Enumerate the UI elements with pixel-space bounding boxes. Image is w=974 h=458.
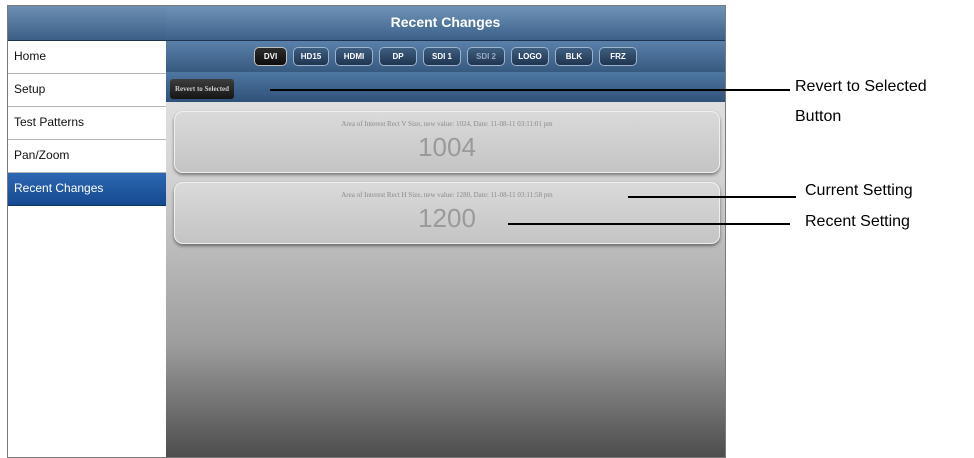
page-title: Recent Changes xyxy=(166,6,725,41)
source-button-sdi2[interactable]: SDI 2 xyxy=(467,47,505,66)
source-button-hd15[interactable]: HD15 xyxy=(293,47,329,66)
source-button-blk[interactable]: BLK xyxy=(555,47,593,66)
app-window: Home Setup Test Patterns Pan/Zoom Recent… xyxy=(7,5,726,458)
callout-line-revert xyxy=(270,89,790,91)
main-panel: Recent Changes DVI HD15 HDMI DP SDI 1 SD… xyxy=(166,6,725,457)
annotation-revert-label-2: Button xyxy=(795,108,842,125)
sidebar-item-setup[interactable]: Setup xyxy=(8,74,166,107)
change-item[interactable]: Area of Interest Rect H Size, new value:… xyxy=(174,182,720,244)
sidebar-item-pan-zoom[interactable]: Pan/Zoom xyxy=(8,140,166,173)
annotation-recent-setting: Recent Setting xyxy=(805,213,910,230)
source-button-hdmi[interactable]: HDMI xyxy=(335,47,373,66)
change-value: 1004 xyxy=(418,132,476,162)
sidebar: Home Setup Test Patterns Pan/Zoom Recent… xyxy=(8,6,167,457)
change-description: Area of Interest Rect V Size, new value:… xyxy=(341,120,553,128)
annotation-current-setting: Current Setting xyxy=(805,182,913,199)
sidebar-item-home[interactable]: Home xyxy=(8,41,166,74)
sidebar-item-recent-changes[interactable]: Recent Changes xyxy=(8,173,166,206)
source-toolbar: DVI HD15 HDMI DP SDI 1 SDI 2 LOGO BLK FR… xyxy=(166,41,725,72)
source-button-sdi1[interactable]: SDI 1 xyxy=(423,47,461,66)
action-bar: Revert to Selected xyxy=(166,72,725,102)
callout-line-current xyxy=(628,196,796,198)
revert-to-selected-button[interactable]: Revert to Selected xyxy=(170,79,235,99)
source-button-logo[interactable]: LOGO xyxy=(511,47,549,66)
callout-line-recent xyxy=(508,223,790,225)
source-button-dvi[interactable]: DVI xyxy=(254,47,287,66)
source-button-dp[interactable]: DP xyxy=(379,47,417,66)
source-button-frz[interactable]: FRZ xyxy=(599,47,637,66)
annotation-revert-label: Revert to Selected xyxy=(795,78,927,95)
change-item[interactable]: Area of Interest Rect V Size, new value:… xyxy=(174,111,720,173)
change-value: 1200 xyxy=(418,203,476,233)
sidebar-header xyxy=(8,6,166,41)
sidebar-item-test-patterns[interactable]: Test Patterns xyxy=(8,107,166,140)
